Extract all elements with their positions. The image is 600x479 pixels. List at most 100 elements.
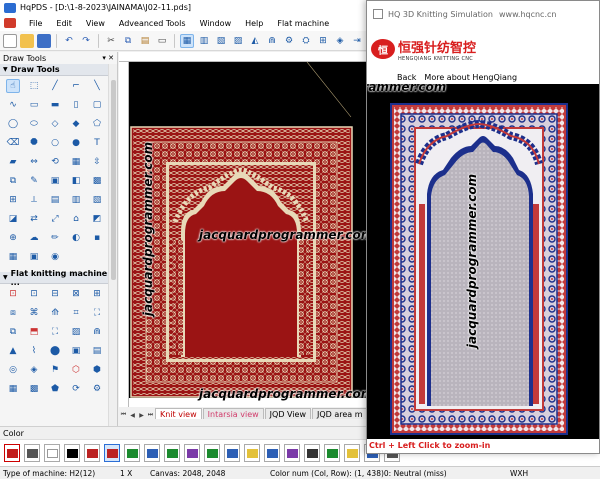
tab-jqd-area[interactable]: JQD area m: [312, 408, 368, 419]
section-flat-knitting[interactable]: ▼ Flat knitting machine ...: [0, 269, 117, 287]
tab-prev-icon[interactable]: ◀: [128, 412, 137, 419]
color-swatch[interactable]: [224, 444, 240, 462]
fill-tool-icon[interactable]: ▰: [6, 155, 20, 169]
pencil-icon[interactable]: ╱: [48, 79, 62, 93]
back-knit-icon[interactable]: ⊡: [27, 287, 41, 301]
sphere-tool-icon[interactable]: ◉: [48, 250, 62, 264]
sweater-icon[interactable]: ⛶: [48, 325, 62, 339]
shape-icon[interactable]: ⬟: [48, 382, 62, 396]
color-swatch[interactable]: [24, 444, 40, 462]
color-bucket-icon[interactable]: ◪: [6, 212, 20, 226]
array-tool-icon[interactable]: ▦: [69, 155, 83, 169]
pattern-icon[interactable]: ▧: [214, 34, 228, 48]
curve-tool-icon[interactable]: ∿: [6, 98, 20, 112]
pattern-fill-icon[interactable]: ▩: [90, 174, 104, 188]
check-pattern-icon[interactable]: ▨: [231, 34, 245, 48]
brush-icon[interactable]: ⌐: [69, 79, 83, 93]
rectangle-tool-icon[interactable]: ▭: [27, 98, 41, 112]
rect-outline-tool-icon[interactable]: ▯: [69, 98, 83, 112]
open-folder-icon[interactable]: [20, 33, 34, 48]
front-knit-icon[interactable]: ⊡: [6, 287, 20, 301]
grid-icon[interactable]: ▦: [180, 33, 194, 48]
color-swatch[interactable]: [4, 444, 20, 462]
color-swatch[interactable]: [64, 444, 80, 462]
tab-jqd-view[interactable]: JQD View: [264, 408, 311, 419]
pointer-tool-icon[interactable]: ☝: [6, 79, 20, 93]
diamond-filled-tool-icon[interactable]: ◆: [69, 117, 83, 131]
jacquard-icon[interactable]: ⧉: [6, 325, 20, 339]
polygon-tool-icon[interactable]: ⬠: [90, 117, 104, 131]
cam-icon[interactable]: ⬤: [48, 344, 62, 358]
design-canvas[interactable]: jacquardprogrammer.com jacquardprogramme…: [129, 62, 370, 407]
mesh-icon[interactable]: ▩: [27, 382, 41, 396]
tab-last-icon[interactable]: ⏭: [146, 411, 155, 419]
image-tool-icon[interactable]: ▣: [27, 250, 41, 264]
menu-flat-machine[interactable]: Flat machine: [270, 19, 336, 28]
grid-tool-icon[interactable]: ⊞: [6, 193, 20, 207]
miss-icon[interactable]: ⊠: [69, 287, 83, 301]
stamp-tool-icon[interactable]: ▣: [48, 174, 62, 188]
hatch-tool-icon[interactable]: ▤: [48, 193, 62, 207]
color-replace-icon[interactable]: ◧: [69, 174, 83, 188]
new-file-icon[interactable]: [3, 33, 17, 48]
cloud-tool-icon[interactable]: ☁: [27, 231, 41, 245]
measure-tool-icon[interactable]: ⟂: [27, 193, 41, 207]
color-swatch[interactable]: [284, 444, 300, 462]
sim-3d-view[interactable]: jacquardprogrammer.com jacquardprogramme…: [367, 84, 599, 439]
lace-icon[interactable]: ⌗: [69, 306, 83, 320]
delete-icon[interactable]: ▭: [155, 34, 169, 48]
grid-small-icon[interactable]: ▦: [6, 250, 20, 264]
menu-advanced-tools[interactable]: Adveanced Tools: [112, 19, 193, 28]
undo-icon[interactable]: ↶: [62, 34, 76, 48]
transfer-icon[interactable]: ⊞: [90, 287, 104, 301]
color-swatch[interactable]: [124, 444, 140, 462]
mirror-tool-icon[interactable]: ⇔: [27, 155, 41, 169]
section-draw-tools[interactable]: ▼ Draw Tools: [0, 64, 117, 76]
needle-icon[interactable]: ⌇: [27, 344, 41, 358]
zoom-tool-icon[interactable]: ⊕: [6, 231, 20, 245]
sim-back-link[interactable]: Back: [397, 73, 416, 82]
menu-help[interactable]: Help: [238, 19, 270, 28]
menu-window[interactable]: Window: [193, 19, 239, 28]
color-swatch[interactable]: [264, 444, 280, 462]
color-swatch[interactable]: [184, 444, 200, 462]
loop-icon[interactable]: ⬡: [69, 363, 83, 377]
tab-first-icon[interactable]: ⏮: [119, 411, 128, 419]
tuck-icon[interactable]: ⊟: [48, 287, 62, 301]
color-swatch[interactable]: [164, 444, 180, 462]
color-swatch[interactable]: [144, 444, 160, 462]
simulate-icon[interactable]: ◈: [333, 34, 347, 48]
tab-knit-view[interactable]: Knit view: [155, 408, 202, 419]
roller-icon[interactable]: ◎: [6, 363, 20, 377]
process-icon[interactable]: ⚙: [282, 34, 296, 48]
cable-icon[interactable]: ⌘: [27, 306, 41, 320]
octagon-tool-icon[interactable]: ⯃: [27, 136, 41, 150]
fabric-icon[interactable]: ▦: [6, 382, 20, 396]
ellipse-filled-tool-icon[interactable]: ⬭: [27, 117, 41, 131]
sim-about-link[interactable]: More about HengQiang: [424, 73, 517, 82]
compile-icon[interactable]: ⊞: [316, 34, 330, 48]
text-tool-icon[interactable]: T: [90, 136, 104, 150]
bucket-tool-icon[interactable]: ◩: [90, 212, 104, 226]
color-swatch-selected[interactable]: [104, 444, 120, 462]
menu-file[interactable]: File: [22, 19, 49, 28]
color-swatch[interactable]: [84, 444, 100, 462]
speed-icon[interactable]: ▣: [69, 344, 83, 358]
pick-tool-icon[interactable]: ✎: [27, 174, 41, 188]
tag-tool-icon[interactable]: ⌂: [69, 212, 83, 226]
merge-tool-icon[interactable]: ▥: [69, 193, 83, 207]
panel-scrollbar[interactable]: [108, 64, 117, 426]
rect-filled-tool-icon[interactable]: ▬: [48, 98, 62, 112]
color-swatch[interactable]: [304, 444, 320, 462]
sleeve-icon[interactable]: ▨: [69, 325, 83, 339]
knot-icon[interactable]: ⬢: [90, 363, 104, 377]
select-rect-icon[interactable]: ⬚: [27, 79, 41, 93]
marker-tool-icon[interactable]: ✏: [48, 231, 62, 245]
sinker-icon[interactable]: ◈: [27, 363, 41, 377]
rect-round-tool-icon[interactable]: ▢: [90, 98, 104, 112]
menu-view[interactable]: View: [79, 19, 112, 28]
machine-icon[interactable]: ⛭: [299, 34, 313, 48]
export-icon[interactable]: ⇥: [350, 34, 364, 48]
intarsia-icon[interactable]: ⛶: [90, 306, 104, 320]
pin-icon[interactable]: ▾ ✕: [102, 54, 117, 62]
